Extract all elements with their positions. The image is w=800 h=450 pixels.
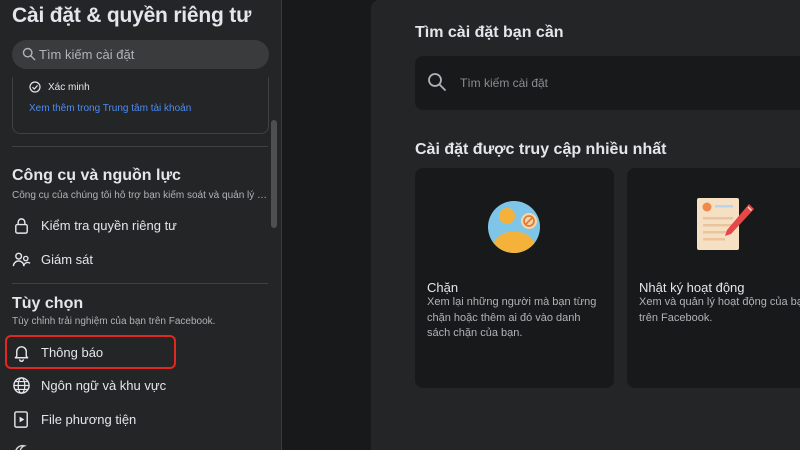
lock-icon [15,217,28,234]
sidebar-item-label: Giám sát [41,251,94,267]
check-circle-icon [29,81,41,93]
main-search-placeholder: Tìm kiếm cài đặt [460,76,549,90]
divider [12,283,268,284]
sidebar-search-input[interactable]: Tìm kiếm cài đặt [12,40,269,69]
sidebar-item-notifications[interactable]: Thông báo [12,337,103,367]
sidebar-item-label: File phương tiện [41,411,137,427]
supervision-icon [12,252,31,266]
sidebar-item-label: Thông báo [41,344,104,360]
sidebar-item-media[interactable]: File phương tiện [12,404,136,434]
search-icon [22,47,36,61]
activity-log-illustration-icon [697,198,754,250]
settings-sidebar: Cài đặt & quyền riêng tư Tìm kiếm cài đặ… [0,0,282,450]
moon-icon [15,444,27,450]
blocking-card[interactable]: Chặn Xem lại những người mà bạn từng chặ… [415,168,614,388]
preferences-section-title: Tùy chọn [12,295,84,312]
activity-log-card-title: Nhật ký hoạt động [639,280,745,295]
search-icon [428,73,446,91]
sidebar-item-label: Kiểm tra quyền riêng tư [41,217,177,233]
sidebar-item-partial[interactable] [12,437,31,450]
sidebar-item-supervision[interactable]: Giám sát [12,244,93,274]
tools-section-title: Công cụ và nguồn lực [12,167,181,184]
sidebar-item-privacy-checkup[interactable]: Kiểm tra quyền riêng tư [12,210,177,240]
sidebar-item-language-region[interactable]: Ngôn ngữ và khu vực [12,370,166,400]
sidebar-item-label: Ngôn ngữ và khu vực [41,377,167,393]
globe-icon [13,376,30,394]
search-settings-heading: Tìm cài đặt bạn cần [415,24,564,41]
media-icon [14,410,28,428]
verify-label: Xác minh [48,81,90,93]
page-gutter [283,0,371,450]
main-search-input[interactable]: Tìm kiếm cài đặt [415,56,800,110]
blocking-illustration-icon [488,201,540,253]
blocking-card-title: Chặn [427,280,459,295]
tools-section-description: Công cụ của chúng tôi hỗ trợ bạn kiểm so… [12,190,268,201]
blocking-card-description: Xem lại những người mà bạn từng chặn hoặ… [427,296,597,339]
bell-icon [14,345,29,362]
sidebar-title: Cài đặt & quyền riêng tư [12,4,252,27]
activity-log-card[interactable]: Nhật ký hoạt động Xem và quản lý hoạt độ… [627,168,800,388]
accounts-center-box: Xác minh Xem thêm trong Trung tâm tài kh… [12,77,269,134]
activity-log-card-description: Xem và quản lý hoạt động của bạn trên Fa… [639,296,800,324]
sidebar-search-placeholder: Tìm kiếm cài đặt [39,47,135,62]
preferences-section-description: Tùy chỉnh trải nghiệm của bạn trên Faceb… [12,316,216,327]
frequent-settings-heading: Cài đặt được truy cập nhiều nhất [415,141,667,158]
verify-row[interactable]: Xác minh [29,81,90,93]
sidebar-scrollbar[interactable] [271,120,277,228]
accounts-center-link[interactable]: Xem thêm trong Trung tâm tài khoản [29,103,191,114]
divider [12,146,268,147]
